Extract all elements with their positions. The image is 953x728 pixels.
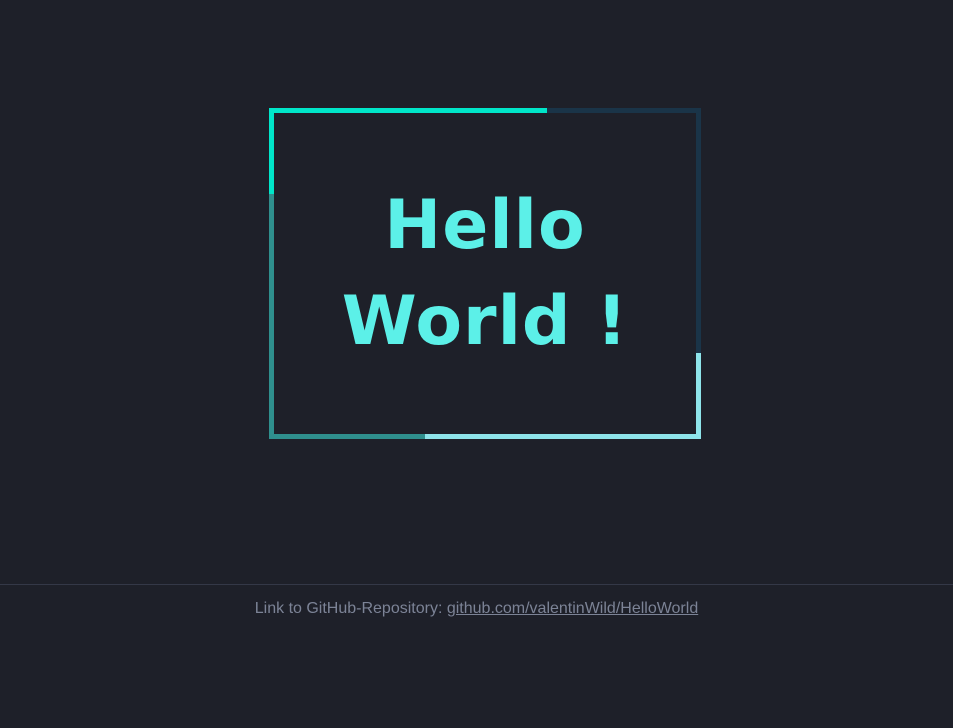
hello-frame: Hello World ! bbox=[269, 108, 701, 439]
frame-edge-right-dark bbox=[696, 108, 701, 353]
footer-divider bbox=[0, 584, 953, 585]
frame-edge-right-light bbox=[696, 353, 701, 439]
footer-label: Link to GitHub-Repository: bbox=[254, 600, 447, 617]
hello-world-heading: Hello World ! bbox=[274, 113, 696, 434]
page: Hello World ! Link to GitHub-Repository:… bbox=[0, 0, 953, 728]
frame-edge-bottom-light bbox=[425, 434, 701, 439]
heading-line-1: Hello bbox=[384, 185, 586, 265]
github-repository-link[interactable]: github.com/valentinWild/HelloWorld bbox=[447, 600, 698, 617]
footer: Link to GitHub-Repository: github.com/va… bbox=[0, 600, 953, 618]
frame-edge-bottom-mid bbox=[269, 434, 425, 439]
heading-line-2: World ! bbox=[341, 281, 629, 361]
